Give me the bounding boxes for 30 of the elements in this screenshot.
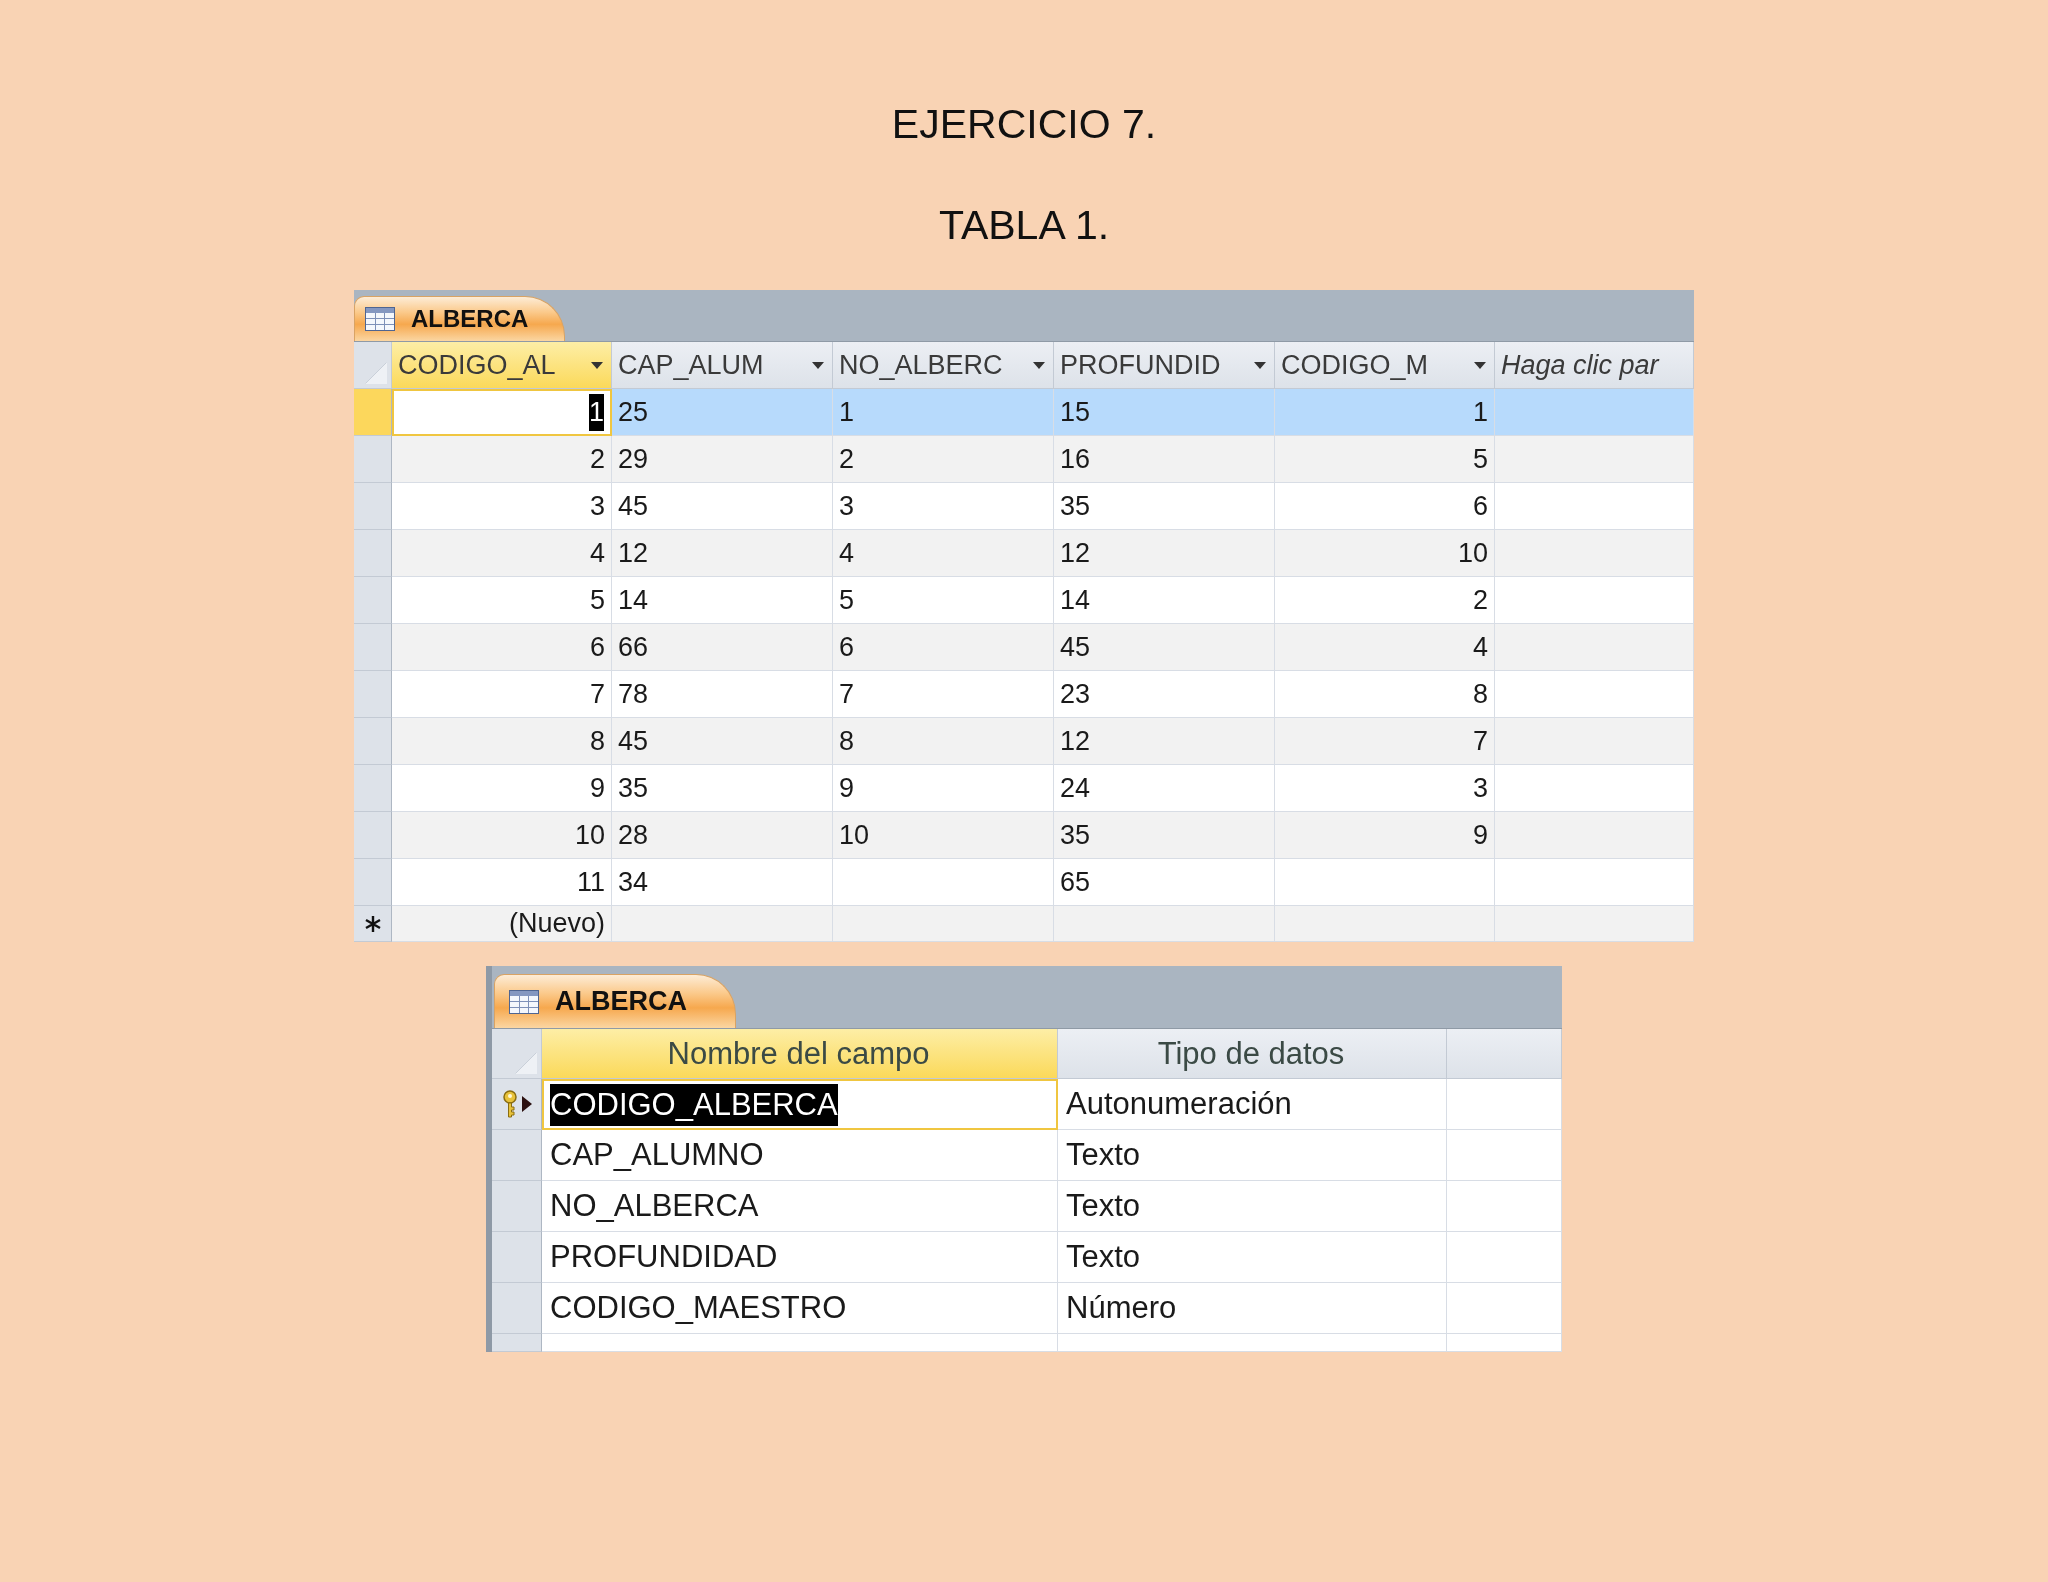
- column-header[interactable]: Haga clic par: [1495, 342, 1694, 389]
- column-header[interactable]: CODIGO_AL: [392, 342, 612, 389]
- table-grid-icon: [509, 989, 539, 1014]
- key-icon: [501, 1090, 519, 1118]
- triangle-icon: [515, 1052, 537, 1074]
- row-selector[interactable]: [354, 906, 392, 942]
- column-header[interactable]: PROFUNDID: [1054, 342, 1275, 389]
- pointer-triangle-icon: [522, 1096, 532, 1112]
- table-cell: (Nuevo): [392, 906, 612, 942]
- caret-icon: [1474, 361, 1486, 369]
- table-cell: CODIGO_ALBERCA: [542, 1079, 1058, 1130]
- row-selector[interactable]: [492, 1079, 542, 1130]
- select-all-button[interactable]: [354, 342, 392, 389]
- column-header[interactable]: Tipo de datos: [1058, 1029, 1447, 1079]
- table-tab[interactable]: ALBERCA: [354, 296, 566, 341]
- table-cell: 1: [392, 389, 612, 436]
- section-title: TABLA 1.: [938, 201, 1110, 250]
- asterisk-icon: [363, 914, 382, 933]
- caret-icon: [812, 361, 824, 369]
- column-header[interactable]: CAP_ALUM: [612, 342, 833, 389]
- triangle-icon: [365, 362, 387, 384]
- caret-icon: [1033, 361, 1045, 369]
- caret-icon: [591, 361, 603, 369]
- page-title: EJERCICIO 7.: [891, 100, 1157, 149]
- column-header[interactable]: NO_ALBERC: [833, 342, 1054, 389]
- column-header[interactable]: CODIGO_M: [1275, 342, 1495, 389]
- table-grid-icon: [365, 307, 395, 331]
- column-header[interactable]: Nombre del campo: [542, 1029, 1058, 1079]
- table-tab[interactable]: ALBERCA: [494, 974, 736, 1028]
- caret-icon: [1254, 361, 1266, 369]
